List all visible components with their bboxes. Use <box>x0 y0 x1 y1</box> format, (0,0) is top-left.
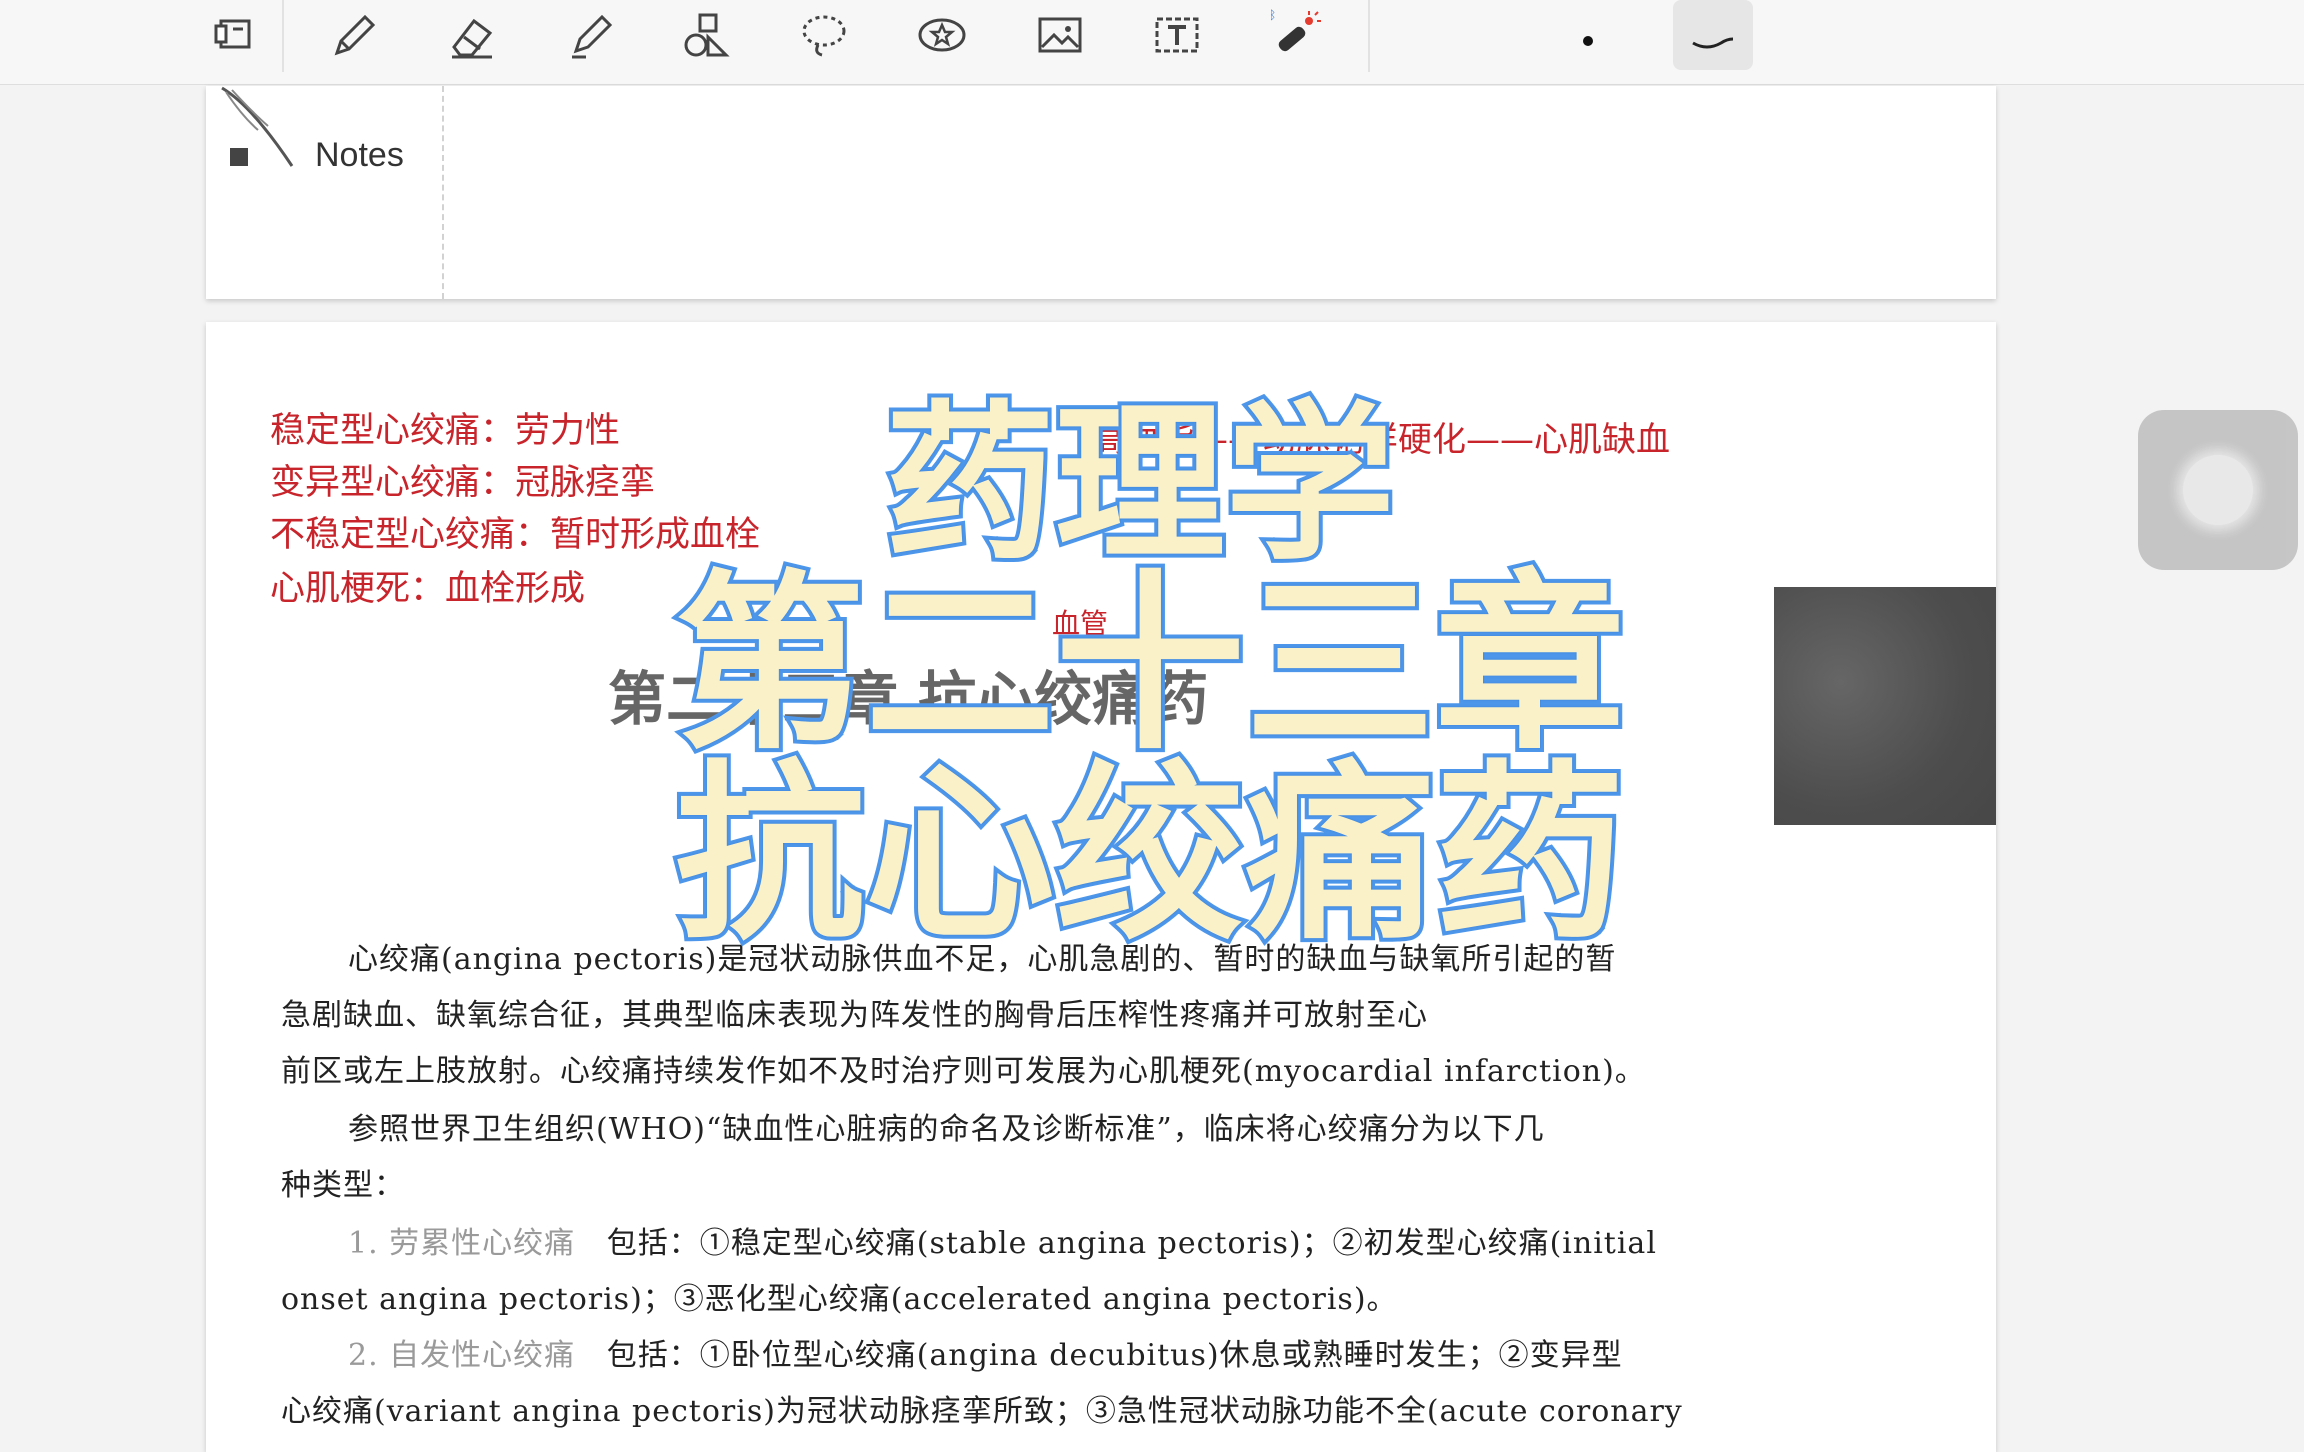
svg-text:ᛒ: ᛒ <box>1269 8 1276 22</box>
eraser-icon[interactable] <box>432 0 512 70</box>
small-dot-icon[interactable] <box>1548 0 1628 70</box>
annotation-stable-angina: 稳定型心绞痛：劳力性 <box>270 411 621 451</box>
scanned-image-block <box>1774 587 1996 825</box>
toolbar: ᛒ <box>0 0 2304 85</box>
list-item-number: 1. <box>348 1226 379 1261</box>
notes-page: Notes <box>206 86 1996 299</box>
list-item-label: 自发性心绞痛 <box>389 1338 576 1373</box>
quill-pen-icon <box>221 86 294 167</box>
shapes-icon[interactable] <box>666 0 746 70</box>
list-item-label: 劳累性心绞痛 <box>389 1226 576 1261</box>
overlay-title-line3: 抗心绞痛药 <box>671 744 1629 965</box>
annotation-myocardial-infarction: 心肌梗死：血栓形成 <box>270 569 586 609</box>
notes-label: Notes <box>315 136 404 174</box>
highlighter-icon[interactable] <box>550 0 630 70</box>
body-line: onset angina pectoris)；③恶化型心绞痛(accelerat… <box>281 1282 1398 1317</box>
overlay-title-line2: 第二十三章 <box>671 554 1629 775</box>
list-item-text: 包括：①稳定型心绞痛(stable angina pectoris)；②初发型心… <box>606 1226 1657 1261</box>
video-title-overlay: 药理学 第二十三章 抗心绞痛药 <box>600 396 1700 965</box>
page-layout-icon[interactable] <box>195 0 275 70</box>
pen-icon[interactable] <box>313 0 393 70</box>
list-item: 2. 自发性心绞痛 包括：①卧位型心绞痛(angina decubitus)休息… <box>348 1330 1623 1374</box>
overlay-title-line1: 药理学 <box>881 386 1399 584</box>
body-line: 急剧缺血、缺氧综合征，其典型临床表现为阵发性的胸骨后压榨性疼痛并可放射至心 <box>281 998 1428 1033</box>
list-item-number: 2. <box>348 1338 379 1373</box>
list-item-text: 包括：①卧位型心绞痛(angina decubitus)休息或熟睡时发生；②变异… <box>606 1338 1623 1373</box>
toolbar-separator <box>282 0 284 72</box>
assistive-button-icon <box>2183 455 2253 525</box>
body-line: 心绞痛(variant angina pectoris)为冠状动脉痉挛所致；③急… <box>281 1394 1683 1429</box>
lasso-icon[interactable] <box>784 0 864 70</box>
body-line: 种类型： <box>281 1168 405 1203</box>
list-item: 1. 劳累性心绞痛 包括：①稳定型心绞痛(stable angina pecto… <box>348 1218 1657 1262</box>
body-line: 参照世界卫生组织(WHO)“缺血性心脏病的命名及诊断标准”，临床将心绞痛分为以下… <box>348 1112 1545 1147</box>
laser-pointer-icon[interactable]: ᛒ <box>1255 0 1335 70</box>
toolbar-separator <box>1368 0 1370 72</box>
image-icon[interactable] <box>1020 0 1100 70</box>
body-line: 前区或左上肢放射。心绞痛持续发作如不及时治疗则可发展为心肌梗死(myocardi… <box>281 1054 1646 1089</box>
curve-stroke-icon[interactable] <box>1673 0 1753 70</box>
text-box-icon[interactable] <box>1137 0 1217 70</box>
floating-assistive-button[interactable] <box>2138 410 2298 570</box>
sticker-icon[interactable] <box>902 0 982 70</box>
notes-divider <box>442 86 444 299</box>
